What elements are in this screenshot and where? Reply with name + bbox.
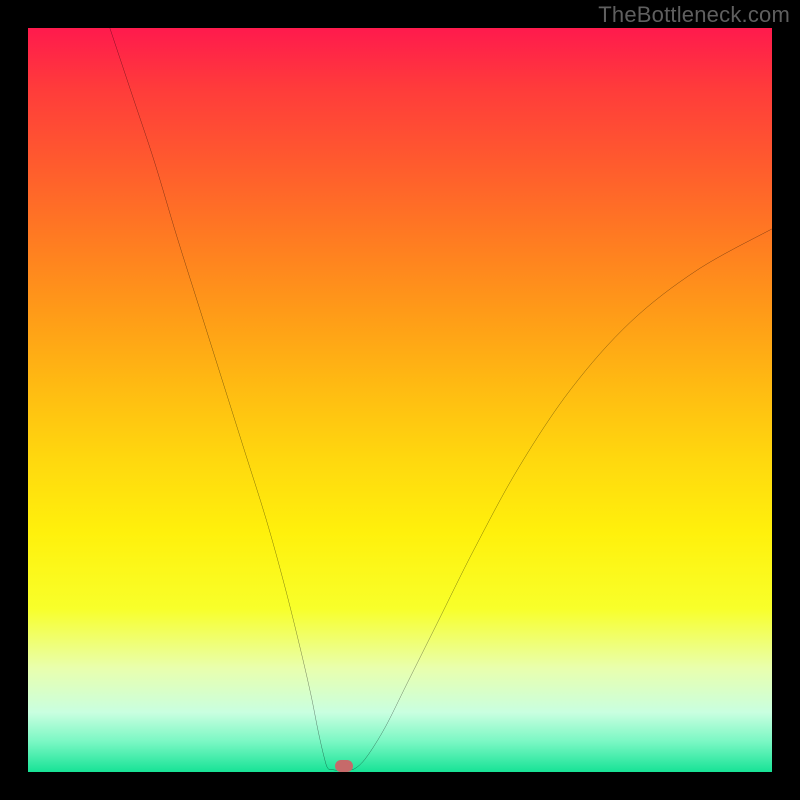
- optimum-marker: [335, 760, 353, 772]
- bottleneck-curve: [28, 28, 772, 772]
- curve-path: [110, 28, 772, 771]
- watermark-label: TheBottleneck.com: [598, 2, 790, 28]
